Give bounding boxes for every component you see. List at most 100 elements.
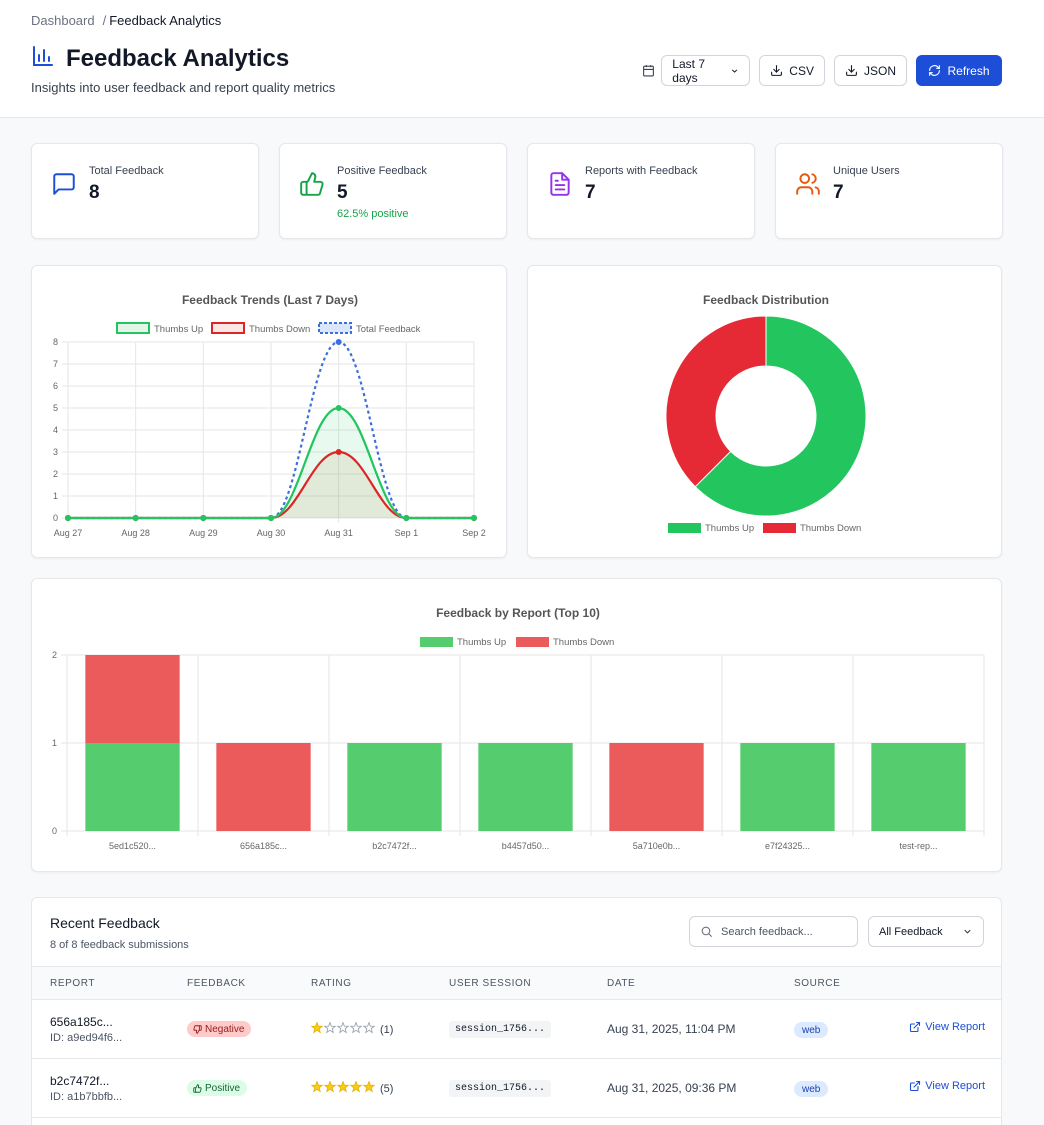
trends-chart-card: Feedback Trends (Last 7 Days) Thumbs Up Th…	[31, 265, 507, 558]
x-tick-label: 5ed1c520...	[109, 841, 156, 851]
x-tick-label: Sep 2	[462, 528, 486, 538]
feedback-label: Negative	[205, 1023, 245, 1035]
stat-value: 7	[585, 182, 596, 203]
y-tick-label: 5	[53, 403, 58, 413]
rating-count: (1)	[380, 1023, 394, 1036]
view-report-link[interactable]: View Report	[909, 1021, 985, 1033]
star-empty-icon	[362, 1021, 376, 1034]
rating-count: (5)	[380, 1082, 394, 1095]
source-badge: web	[794, 1022, 829, 1038]
legend-swatch	[116, 322, 150, 334]
report-cell: 656a185c... ID: a9ed94f6...	[50, 1015, 122, 1044]
download-icon	[771, 65, 783, 76]
x-tick-label: b4457d50...	[502, 841, 550, 851]
column-header-user-session[interactable]: USER SESSION	[449, 978, 531, 989]
bar	[216, 743, 311, 831]
legend-swatch	[763, 523, 796, 533]
bar	[478, 743, 573, 831]
column-header-feedback[interactable]: FEEDBACK	[187, 978, 246, 989]
stat-card-positive-feedback: Positive Feedback 5 62.5% positive	[279, 143, 507, 239]
table-header: REPORT FEEDBACK RATING USER SESSION DATE…	[32, 966, 1001, 1000]
legend-label: Thumbs Up	[457, 637, 506, 648]
column-header-source[interactable]: SOURCE	[794, 978, 840, 989]
report-cell: b2c7472f... ID: a1b7bbfb...	[50, 1074, 122, 1103]
view-report-label: View Report	[925, 1080, 985, 1092]
bar	[740, 743, 835, 831]
column-header-rating[interactable]: RATING	[311, 978, 352, 989]
export-json-button[interactable]: JSON	[833, 55, 907, 86]
bar	[609, 743, 704, 831]
table-row: b2c7472f... ID: a1b7bbfb... Positive (5)…	[32, 1059, 1001, 1118]
chat-bubble-icon	[51, 171, 77, 202]
positive-badge: Positive	[187, 1080, 248, 1096]
x-tick-label: b2c7472f...	[372, 841, 417, 851]
legend-swatch	[516, 637, 549, 647]
legend-swatch	[668, 523, 701, 533]
stat-card-unique-users: Unique Users 7	[775, 143, 1003, 239]
x-tick-label: 5a710e0b...	[633, 841, 681, 851]
legend-swatch	[420, 637, 453, 647]
document-icon	[547, 171, 573, 202]
search-icon	[701, 926, 712, 937]
breadcrumb: Dashboard / Feedback Analytics	[31, 13, 221, 28]
report-id: ID: a1b7bbfb...	[50, 1091, 123, 1103]
stat-value: 7	[833, 182, 844, 203]
breadcrumb-dashboard-link[interactable]: Dashboard	[31, 13, 95, 28]
column-header-report[interactable]: REPORT	[50, 978, 95, 989]
recent-feedback-card: Recent Feedback 8 of 8 feedback submissi…	[31, 897, 1002, 1125]
legend-swatch	[318, 322, 352, 334]
chart-title: Feedback Trends (Last 7 Days)	[182, 293, 358, 307]
data-point	[65, 515, 71, 521]
recent-feedback-title: Recent Feedback	[50, 915, 160, 931]
feedback-filter-value: All Feedback	[879, 925, 943, 938]
star-filled-icon	[323, 1080, 337, 1093]
feedback-filter-select[interactable]: All Feedback	[868, 916, 984, 947]
bar	[871, 743, 966, 831]
stat-card-total-feedback: Total Feedback 8	[31, 143, 259, 239]
view-report-link[interactable]: View Report	[909, 1080, 985, 1092]
feedback-label: Positive	[205, 1082, 241, 1094]
refresh-icon	[929, 65, 941, 76]
y-tick-label: 2	[52, 650, 57, 660]
y-tick-label: 8	[53, 337, 58, 347]
source-badge: web	[794, 1081, 829, 1097]
x-tick-label: Aug 31	[324, 528, 353, 538]
chart-title: Feedback by Report (Top 10)	[436, 606, 600, 620]
users-icon	[795, 171, 821, 202]
column-header-date[interactable]: DATE	[607, 978, 635, 989]
breadcrumb-separator: /	[102, 13, 107, 28]
stars-graphic	[310, 1021, 376, 1034]
stat-label: Positive Feedback	[337, 165, 427, 177]
feedback-date: Aug 31, 2025, 11:04 PM	[607, 1022, 736, 1036]
view-report-label: View Report	[925, 1021, 985, 1033]
external-link-icon	[910, 1080, 921, 1092]
chart-title: Feedback Distribution	[703, 293, 829, 307]
date-range-select[interactable]: Last 7 days	[661, 55, 751, 86]
data-point	[335, 339, 342, 345]
star-rating: (5)	[310, 1080, 394, 1096]
search-input[interactable]	[721, 925, 841, 938]
stars-graphic	[310, 1080, 376, 1093]
page-title: Feedback Analytics	[66, 44, 290, 72]
export-json-label: JSON	[863, 63, 896, 78]
distribution-chart-card: Feedback Distribution Thumbs Up Thumbs Dow…	[527, 265, 1002, 558]
bar	[85, 743, 180, 831]
stat-value: 5	[337, 182, 348, 203]
data-point	[471, 515, 477, 521]
report-id: ID: a9ed94f6...	[50, 1032, 123, 1044]
negative-badge: Negative	[187, 1021, 252, 1037]
refresh-button[interactable]: Refresh	[916, 55, 1002, 86]
legend-label: Total Feedback	[356, 324, 421, 335]
x-tick-label: 656a185c...	[240, 841, 287, 851]
chevron-down-icon	[964, 929, 971, 934]
table-row: 656a185c... ID: a9ed94f6... Negative (1)…	[32, 1000, 1001, 1059]
x-tick-label: Sep 1	[395, 528, 419, 538]
star-filled-icon	[310, 1080, 324, 1093]
stat-sublabel: 62.5% positive	[337, 208, 409, 220]
chevron-down-icon	[732, 69, 738, 73]
y-tick-label: 4	[53, 425, 58, 435]
data-point	[335, 405, 342, 411]
export-csv-button[interactable]: CSV	[759, 55, 825, 86]
feedback-by-report-bar-chart: Feedback by Report (Top 10) Thumbs Up Thum…	[52, 606, 985, 851]
y-tick-label: 7	[53, 359, 58, 369]
